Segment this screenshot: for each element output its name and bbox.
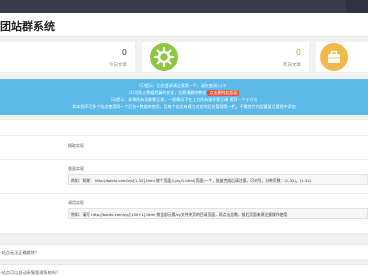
stat-label: 昨日文章 bbox=[283, 63, 301, 68]
divider bbox=[0, 159, 368, 160]
title-bar: 团站群系统 bbox=[0, 13, 368, 37]
stat-card-third bbox=[316, 42, 368, 72]
section-label: 调用实现 bbox=[68, 200, 84, 205]
notice-line-4: 如本程序可多个站点使用同一个后台+数据库使用，且每个站点有建立对应的后台管理等一… bbox=[72, 104, 296, 109]
page-title: 团站群系统 bbox=[0, 20, 55, 33]
faq-item[interactable]: -站点无法正确跳转？ bbox=[0, 244, 368, 259]
briefcase-icon bbox=[320, 43, 348, 71]
faq-question: -站点可以自动采集管理系统吗？ bbox=[0, 270, 61, 275]
stat-value: 0 bbox=[295, 48, 301, 57]
notice-line-2-text: (2)为防止数据泄漏的安全，后期请删除教程 bbox=[128, 90, 208, 95]
gear-icon bbox=[150, 43, 178, 71]
top-navbar bbox=[0, 0, 368, 13]
notice-line-1: (1)提示：后台登录请注意第一个，请先查阅入口！ bbox=[139, 83, 229, 88]
stat-value: 0 bbox=[121, 48, 127, 57]
faq-question: -站点无法正确跳转？ bbox=[0, 250, 40, 255]
divider bbox=[0, 135, 368, 136]
example-code-box: 例如：请写 http://baidu.com/zy/[100+1].html 按… bbox=[68, 208, 368, 219]
notice-line-3: (3)提示：如果所有功能都正常，一般情况下在上方所有操作都正确 推荐一个小方法 bbox=[110, 97, 258, 102]
delete-notice-button[interactable]: 点击删除此版面 bbox=[207, 90, 240, 96]
example-code-text: 例如：如果： http://baidu.com/zy/[1-32].html 按… bbox=[71, 178, 312, 183]
faq-item[interactable]: -站点可以自动采集管理系统吗？ bbox=[0, 264, 368, 276]
section-label: 摘取实现 bbox=[68, 143, 84, 148]
example-code-text: 例如：请写 http://baidu.com/zy/[100+1].html 按… bbox=[71, 212, 288, 217]
divider bbox=[0, 119, 368, 120]
stat-card-today: 0 今日文章 bbox=[0, 42, 135, 72]
section-label: 版面实现 bbox=[68, 166, 84, 171]
divider bbox=[0, 193, 368, 194]
stat-card-yesterday: 0 昨日文章 bbox=[142, 42, 309, 72]
notice-line-2: (2)为防止数据泄漏的安全，后期请删除教程 点击删除此版面 bbox=[0, 90, 368, 96]
notice-banner: (1)提示：后台登录请注意第一个，请先查阅入口！ (2)为防止数据泄漏的安全，后… bbox=[0, 79, 368, 115]
menu-button[interactable] bbox=[346, 0, 368, 13]
stat-label: 今日文章 bbox=[109, 63, 127, 68]
content-panel: 摘取实现 版面实现 例如：如果： http://baidu.com/zy/[1-… bbox=[0, 119, 368, 233]
example-code-box: 例如：如果： http://baidu.com/zy/[1-32].html 按… bbox=[68, 174, 368, 185]
